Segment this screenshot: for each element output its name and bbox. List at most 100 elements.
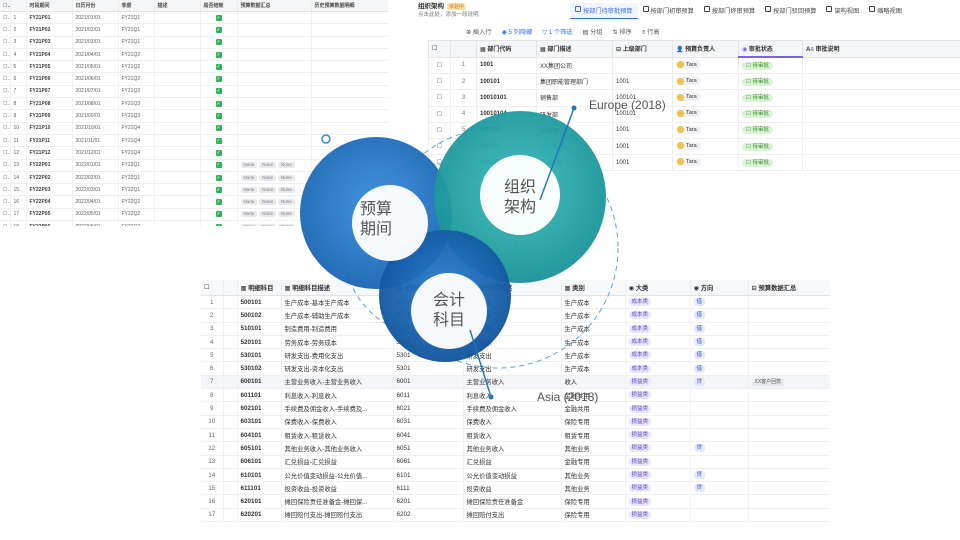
closed-cell[interactable]: ✓ bbox=[200, 60, 238, 74]
direction-cell[interactable]: 借 bbox=[690, 295, 749, 310]
table-row[interactable]: 7 600101 主营业务收入-主营业务收入 6001 主营业务收入 收入 损益类 贷 XX客户… bbox=[201, 375, 830, 390]
gl-subject-code[interactable]: 5101 bbox=[393, 322, 464, 336]
quarter[interactable]: FY21Q2 bbox=[118, 60, 155, 74]
period-code[interactable]: FY21P03 bbox=[26, 36, 73, 49]
owner-chip[interactable]: Tara bbox=[676, 77, 701, 86]
direction-cell[interactable]: 借 bbox=[690, 361, 749, 376]
budget-data-summary-cell[interactable] bbox=[748, 441, 830, 456]
table-row[interactable]: 13 606101 汇兑损益-汇兑损益 6061 汇兑损益 金融专用 损益类 bbox=[201, 455, 830, 469]
closed-cell[interactable]: ✓ bbox=[200, 36, 238, 49]
row-handle[interactable] bbox=[223, 468, 238, 483]
checkbox-checked-icon[interactable]: ✓ bbox=[215, 137, 222, 144]
history-detail-cell[interactable] bbox=[311, 60, 388, 74]
gl-subject-code[interactable]: 5001 bbox=[393, 308, 464, 323]
detail-subject-code[interactable]: 602101 bbox=[237, 401, 282, 416]
row-handle[interactable] bbox=[223, 415, 238, 429]
closed-cell[interactable]: ✓ bbox=[200, 97, 238, 111]
direction-cell[interactable]: 贷 bbox=[690, 375, 749, 390]
budget-summary-cell[interactable] bbox=[237, 36, 312, 49]
row-checkbox[interactable]: ☐ bbox=[0, 159, 11, 172]
budget-data-summary-cell[interactable] bbox=[748, 361, 830, 376]
table-row[interactable]: 14 610101 公允价值变动损益-公允价值... 6101 公允价值变动损益 其他业务… bbox=[201, 468, 830, 483]
dept-desc[interactable]: 销售部 bbox=[536, 89, 613, 107]
history-detail-cell[interactable] bbox=[311, 220, 388, 226]
history-detail-cell[interactable] bbox=[311, 195, 388, 209]
type-cell[interactable]: 生产成本 bbox=[561, 335, 626, 350]
gl-subject-desc[interactable]: 投资收益 bbox=[463, 481, 562, 496]
table-row[interactable]: ☐ 13 FY22P01 2022/01/01 FY22Q1 ✓ None None None bbox=[0, 159, 388, 172]
budget-data-summary-cell[interactable] bbox=[748, 401, 830, 416]
table-row[interactable]: ☐ 2 FY21P02 2021/02/01 FY21Q1 ✓ bbox=[0, 23, 388, 37]
budget-summary-cell[interactable]: NoneNoneNone bbox=[237, 183, 312, 197]
history-detail-cell[interactable] bbox=[311, 171, 388, 185]
closed-cell[interactable]: ✓ bbox=[200, 134, 238, 148]
hidden-columns-button[interactable]: ◉ 5 列隐藏 bbox=[501, 27, 532, 36]
calendar-month[interactable]: 2022/01/01 bbox=[72, 159, 119, 172]
budget-data-summary-cell[interactable] bbox=[748, 295, 830, 310]
select-all-checkbox[interactable]: ☐ bbox=[0, 0, 11, 12]
checkbox-checked-icon[interactable]: ✓ bbox=[215, 14, 222, 21]
category-cell[interactable]: 损益类 bbox=[625, 481, 691, 496]
table-row[interactable]: 17 620201 摊回赔付支出-摊回赔付支出 6202 摊回赔付支出 保险专用 损益类 bbox=[201, 508, 830, 523]
checkbox-checked-icon[interactable]: ✓ bbox=[215, 149, 222, 156]
checkbox-checked-icon[interactable]: ✓ bbox=[215, 76, 222, 83]
table-row[interactable]: ☐ 6 100152 分公司A 1001 Tara ☐ 待审批 bbox=[428, 137, 960, 156]
row-checkbox[interactable]: ☐ bbox=[0, 220, 11, 226]
period-code[interactable]: FY21P11 bbox=[26, 134, 73, 148]
row-checkbox[interactable]: ☐ bbox=[428, 137, 451, 156]
checkbox-checked-icon[interactable]: ✓ bbox=[215, 26, 222, 33]
col-period[interactable]: 时段期间 bbox=[26, 0, 73, 12]
detail-subject-code[interactable]: 530102 bbox=[237, 361, 282, 376]
row-checkbox[interactable]: ☐ bbox=[428, 56, 451, 75]
budget-data-summary-cell[interactable] bbox=[748, 335, 830, 350]
gl-subject-desc[interactable]: 主营业务收入 bbox=[463, 375, 562, 390]
type-cell[interactable]: 金融专用 bbox=[561, 455, 626, 469]
closed-cell[interactable]: ✓ bbox=[200, 195, 238, 209]
view-tab-0[interactable]: 按部门待审批预算 bbox=[570, 3, 638, 19]
direction-cell[interactable]: 借 bbox=[690, 322, 749, 336]
gl-subject-code[interactable]: 6011 bbox=[393, 388, 464, 403]
table-row[interactable]: ☐ 6 FY21P06 2021/06/01 FY21Q2 ✓ bbox=[0, 72, 388, 86]
row-checkbox[interactable]: ☐ bbox=[0, 48, 11, 62]
closed-cell[interactable]: ✓ bbox=[200, 183, 238, 197]
table-row[interactable]: ☐ 14 FY22P02 2022/02/01 FY22Q1 ✓ None None None bbox=[0, 171, 388, 185]
quarter[interactable]: FY21Q1 bbox=[118, 11, 155, 25]
detail-subject-desc[interactable]: 租赁收入-租赁收入 bbox=[281, 428, 394, 443]
gl-subject-desc[interactable]: 手续费及佣金收入 bbox=[463, 401, 562, 416]
gl-subject-desc[interactable]: 生产成本 bbox=[463, 308, 562, 323]
row-checkbox[interactable]: ☐ bbox=[0, 146, 11, 160]
calendar-month[interactable]: 2021/02/01 bbox=[72, 23, 119, 37]
dept-code[interactable]: 100102 bbox=[476, 121, 537, 139]
budget-data-summary-cell[interactable] bbox=[748, 468, 830, 483]
budget-owner-cell[interactable]: Tara bbox=[672, 89, 739, 107]
description[interactable] bbox=[154, 48, 201, 62]
budget-data-summary-cell[interactable] bbox=[748, 322, 830, 336]
table-row[interactable]: 9 602101 手续费及佣金收入-手续费及... 6021 手续费及佣金收入 金融共用损… bbox=[201, 401, 830, 416]
quarter[interactable]: FY21Q1 bbox=[118, 23, 155, 37]
quarter[interactable]: FY22Q2 bbox=[118, 208, 155, 222]
col-history-detail[interactable]: 历史预算数据明细 bbox=[311, 0, 388, 12]
row-height-button[interactable]: ≡ 行高 bbox=[642, 27, 660, 36]
gl-subject-code[interactable]: 6061 bbox=[393, 455, 464, 469]
type-cell[interactable]: 保险专用 bbox=[561, 415, 626, 429]
col-approval-status[interactable]: ◉ 审批状态 bbox=[738, 40, 803, 58]
history-detail-cell[interactable] bbox=[311, 85, 388, 99]
table-row[interactable]: ☐ 17 FY22P05 2022/05/01 FY22Q2 ✓ None None None bbox=[0, 208, 388, 222]
detail-subject-desc[interactable]: 生产成本-基本生产成本 bbox=[281, 295, 394, 310]
col-desc[interactable]: 描述 bbox=[154, 0, 201, 12]
dept-code[interactable]: 10010104 bbox=[476, 105, 537, 123]
row-checkbox[interactable]: ☐ bbox=[0, 208, 11, 222]
calendar-month[interactable]: 2021/08/01 bbox=[72, 97, 119, 111]
calendar-month[interactable]: 2021/01/01 bbox=[72, 11, 119, 25]
table-row[interactable]: 3 510101 制造费用-制造费用 5101 制造费用 生产成本 成本类 借 bbox=[201, 322, 830, 336]
category-cell[interactable]: 损益类 bbox=[625, 415, 691, 429]
table-row[interactable]: ☐ 1 1001 XX集团公司 Tara ☐ 待审批 bbox=[428, 56, 960, 75]
quarter[interactable]: FY22Q2 bbox=[118, 195, 155, 209]
row-checkbox[interactable]: ☐ bbox=[0, 97, 11, 111]
row-handle[interactable] bbox=[223, 308, 238, 323]
col-category[interactable]: ◉ 大类 bbox=[625, 280, 691, 296]
category-cell[interactable]: 成本类 bbox=[625, 335, 691, 350]
category-cell[interactable]: 成本类 bbox=[625, 308, 691, 323]
history-detail-cell[interactable] bbox=[311, 159, 388, 172]
view-tab-4[interactable]: 架构视图 bbox=[821, 3, 864, 19]
